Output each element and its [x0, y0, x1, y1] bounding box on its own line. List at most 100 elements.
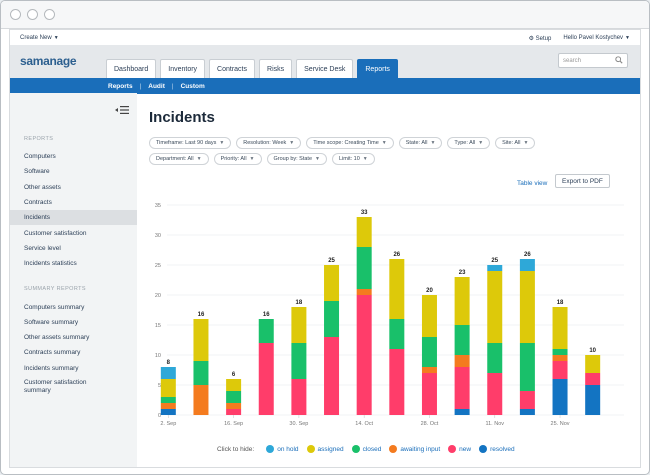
filter-row: Timeframe: Last 90 days ▼ Resolution: Week…	[149, 137, 629, 149]
bar-segment-assigned	[356, 217, 372, 247]
create-new-menu[interactable]: Create New ▼	[20, 35, 59, 41]
sidebar-item-customer-satisfaction-summary[interactable]: Customer satisfaction summary	[10, 376, 137, 398]
incidents-chart: 0 5 10 15 20 25 30 35 8 16 6 16 18 25 33 26 20 23 25 26 18 10…	[155, 203, 624, 427]
sidebar-item-other-assets-summary[interactable]: Other assets summary	[10, 330, 137, 345]
legend-swatch	[389, 445, 398, 453]
bar-total-label: 33	[361, 210, 368, 216]
bar-segment-assigned	[487, 271, 503, 343]
filter-dropdown[interactable]: Group by: State ▼	[266, 153, 327, 165]
tab-service-desk[interactable]: Service Desk	[296, 59, 354, 78]
collapse-sidebar-icon[interactable]	[115, 105, 129, 115]
subnav-reports[interactable]: Reports	[108, 83, 133, 90]
chevron-down-icon: ▼	[249, 156, 255, 162]
bar-segment-closed	[193, 361, 209, 385]
sidebar-item-computers-summary[interactable]: Computers summary	[10, 299, 137, 314]
bar-segment-resolved	[552, 379, 568, 415]
bar-segment-assigned	[324, 265, 340, 301]
y-tick-label: 30	[155, 233, 161, 239]
sidebar-item-software-summary[interactable]: Software summary	[10, 315, 137, 330]
legend-item-closed[interactable]: closed	[351, 445, 382, 453]
create-new-label: Create New	[20, 35, 52, 41]
bar-segment-assigned	[519, 271, 535, 343]
subnav-audit[interactable]: Audit	[148, 83, 165, 90]
tab-dashboard[interactable]: Dashboard	[106, 59, 157, 78]
sidebar-item-contracts-summary[interactable]: Contracts summary	[10, 345, 137, 360]
sidebar-item-other-assets[interactable]: Other assets	[10, 180, 137, 195]
tab-reports[interactable]: Reports	[357, 59, 398, 78]
bar-segment-resolved	[160, 409, 176, 415]
filter-dropdown[interactable]: Resolution: Week ▼	[236, 137, 302, 149]
legend-item-resolved[interactable]: resolved	[479, 445, 515, 453]
window-button-minimize[interactable]	[27, 9, 38, 20]
bar-segment-assigned	[454, 277, 470, 325]
filter-label: State: All	[405, 140, 428, 146]
legend-item-assigned[interactable]: assigned	[306, 445, 344, 453]
subnav-custom[interactable]: Custom	[181, 83, 205, 90]
logo[interactable]: samanage	[20, 54, 77, 68]
sidebar-item-contracts[interactable]: Contracts	[10, 195, 137, 210]
search-placeholder: search	[563, 57, 582, 64]
browser-window: Create New ▼ ⚙ Setup Hello Pavel Kostyche…	[0, 0, 650, 475]
legend-item-awaiting-input[interactable]: awaiting input	[389, 445, 440, 453]
y-tick-label: 35	[155, 203, 161, 209]
filter-dropdown[interactable]: Site: All ▼	[495, 137, 536, 149]
chevron-down-icon: ▼	[219, 140, 225, 146]
y-tick-label: 25	[155, 263, 161, 269]
filter-dropdown[interactable]: Time scope: Creating Time ▼	[306, 137, 394, 149]
window-button-maximize[interactable]	[44, 9, 55, 20]
bar-segment-on-hold	[519, 259, 535, 271]
window-button-close[interactable]	[10, 9, 21, 20]
legend-item-new[interactable]: new	[448, 445, 471, 453]
sidebar-item-label: summary	[24, 386, 51, 394]
sidebar-item-service-level[interactable]: Service level	[10, 241, 137, 256]
filter-dropdown[interactable]: Priority: All ▼	[213, 153, 262, 165]
sidebar-item-customer-satisfaction[interactable]: Customer satisfaction	[10, 225, 137, 240]
filter-label: Group by: State	[273, 156, 313, 162]
bar-total-label: 8	[167, 360, 171, 366]
sidebar-item-incidents-summary[interactable]: Incidents summary	[10, 361, 137, 376]
bar-total-label: 23	[459, 270, 466, 276]
filter-label: Limit: 10	[338, 156, 360, 162]
window-titlebar	[1, 1, 649, 29]
sidebar-item-incidents-statistics[interactable]: Incidents statistics	[10, 256, 137, 271]
bar-segment-resolved	[519, 409, 535, 415]
app-container: Create New ▼ ⚙ Setup Hello Pavel Kostyche…	[9, 29, 641, 468]
bar-segment-new	[519, 391, 535, 409]
legend-swatch	[479, 445, 488, 453]
filter-dropdown[interactable]: Type: All ▼	[447, 137, 491, 149]
header: samanage Dashboard Inventory Contracts R…	[10, 45, 640, 78]
user-menu[interactable]: Hello Pavel Kostychev ▼	[563, 35, 630, 41]
table-view-link[interactable]: Table view	[517, 180, 547, 187]
bar-segment-closed	[291, 343, 307, 379]
bar-segment-on-hold	[487, 265, 503, 271]
sidebar-item-incidents[interactable]: Incidents	[10, 210, 137, 226]
bar-segment-new	[585, 373, 601, 385]
export-pdf-button[interactable]: Export to PDF	[555, 174, 610, 188]
filter-dropdown[interactable]: Department: All ▼	[149, 153, 209, 165]
y-tick-label: 20	[155, 293, 161, 299]
setup-link[interactable]: ⚙ Setup	[529, 35, 552, 42]
tab-contracts[interactable]: Contracts	[209, 59, 256, 78]
bar-segment-awaiting-input	[193, 385, 209, 415]
bar-segment-closed	[421, 337, 437, 367]
sidebar-item-software[interactable]: Software	[10, 164, 137, 179]
bar-segment-new	[356, 295, 372, 415]
x-tick-label: 30. Sep	[289, 421, 308, 427]
legend-label: closed	[362, 445, 382, 453]
bar-segment-closed	[160, 397, 176, 403]
x-tick-label: 25. Nov	[551, 421, 570, 427]
filter-label: Time scope: Creating Time	[313, 140, 379, 146]
sidebar-item-computers[interactable]: Computers	[10, 149, 137, 164]
filter-label: Priority: All	[220, 156, 247, 162]
filter-dropdown[interactable]: Timeframe: Last 90 days ▼	[149, 137, 232, 149]
search-icon[interactable]	[615, 56, 623, 64]
legend-item-on-hold[interactable]: on hold	[266, 445, 299, 453]
tab-risks[interactable]: Risks	[259, 59, 293, 78]
filter-dropdown[interactable]: Limit: 10 ▼	[331, 153, 375, 165]
main-panel: Incidents Timeframe: Last 90 days ▼ Resolu…	[137, 93, 640, 467]
tab-inventory[interactable]: Inventory	[160, 59, 206, 78]
filter-dropdown[interactable]: State: All ▼	[398, 137, 443, 149]
gear-icon: ⚙	[528, 35, 534, 42]
sub-navigation: Reports | Audit | Custom	[10, 78, 640, 94]
search-input[interactable]: search	[558, 53, 628, 68]
